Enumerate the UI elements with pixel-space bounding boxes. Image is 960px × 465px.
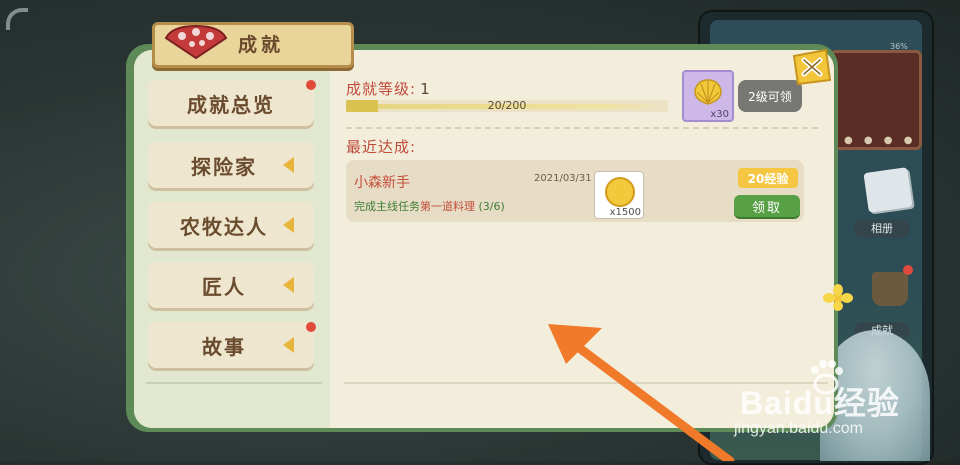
level-value: 1 [420, 80, 431, 98]
corner-arc-decoration [6, 8, 28, 30]
sidebar-item-label: 匠人 [202, 274, 246, 299]
section-divider [346, 127, 818, 129]
description-prefix: 完成主线任务 [354, 200, 420, 213]
sidebar-item-label: 农牧达人 [180, 214, 268, 239]
sidebar-item-overview[interactable]: 成就总览 [148, 80, 314, 126]
sidebar-item-farming[interactable]: 农牧达人 [148, 202, 314, 248]
claim-button[interactable]: 领取 [734, 195, 800, 217]
description-suffix: (3/6) [478, 200, 505, 213]
page-title: 成就 [238, 34, 285, 56]
fan-icon [164, 24, 228, 60]
progress-text: 20/200 [487, 99, 527, 112]
sidebar-item-label: 探险家 [191, 154, 257, 179]
recent-achievements-label: 最近达成: [346, 138, 417, 156]
achievement-date: 2021/03/31 [534, 173, 592, 184]
trophy-icon[interactable] [872, 272, 908, 306]
chevron-left-icon [283, 277, 294, 293]
reward-count: x1500 [609, 207, 641, 218]
category-sidebar: 成就总览 探险家 农牧达人 匠人 故事 [134, 50, 330, 428]
close-icon[interactable] [788, 46, 834, 88]
album-label: 相册 [854, 220, 910, 238]
sidebar-item-story[interactable]: 故事 [148, 322, 314, 368]
achievement-reward-slot[interactable]: x1500 [594, 171, 644, 219]
achievement-level: 成就等级: 1 [346, 78, 431, 99]
shell-icon [694, 79, 722, 105]
level-label: 成就等级: [346, 80, 417, 98]
notification-dot [903, 265, 913, 275]
chevron-left-icon [283, 217, 294, 233]
achievement-name: 小森新手 [354, 175, 410, 191]
level-reward-slot[interactable]: x30 [682, 70, 734, 122]
chevron-left-icon [283, 337, 294, 353]
album-icon[interactable] [863, 167, 913, 213]
sidebar-item-craftsman[interactable]: 匠人 [148, 262, 314, 308]
description-highlight: 第一道料理 [420, 200, 475, 213]
watermark-url: jingyan.baidu.com [734, 420, 863, 437]
flower-icon [823, 284, 853, 311]
sidebar-item-explorer[interactable]: 探险家 [148, 142, 314, 188]
chevron-left-icon [283, 157, 294, 173]
sidebar-item-label: 成就总览 [187, 92, 275, 117]
sidebar-item-label: 故事 [202, 334, 246, 359]
background-photo: ● ● ● ● [830, 50, 922, 150]
achievement-description: 完成主线任务第一道料理 (3/6) [354, 198, 505, 214]
achievement-card: 小森新手 2021/03/31 完成主线任务第一道料理 (3/6) x1500 … [346, 160, 804, 222]
watermark-brand: Baidu经验 [740, 385, 900, 421]
exp-badge: 20经验 [738, 168, 798, 188]
annotation-arrow [548, 324, 735, 461]
sidebar-divider [146, 382, 322, 384]
overview-badge-dot [306, 80, 316, 90]
coin-icon [605, 177, 635, 207]
story-badge-dot [306, 322, 316, 332]
photo-pager-dots: ● ● ● ● [844, 135, 917, 146]
reward-count: x30 [710, 109, 729, 120]
